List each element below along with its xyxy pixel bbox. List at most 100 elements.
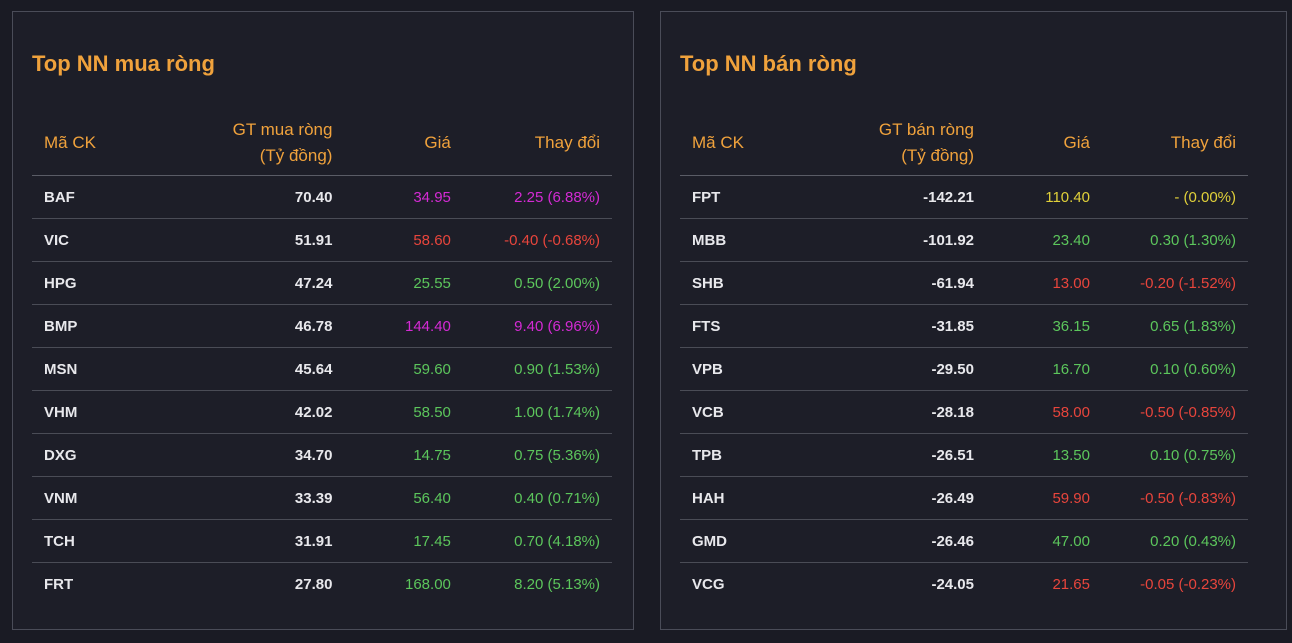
header-price[interactable]: Giá (986, 110, 1102, 176)
price-change: 0.65 (1.83%) (1102, 304, 1248, 348)
table-body: FPT -142.21 110.40- (0.00%) MBB -101.92 23.40… (680, 175, 1248, 606)
net-value: 33.39 (154, 476, 345, 520)
stock-symbol[interactable]: VCG (680, 563, 800, 606)
top-net-buy-panel: Top NN mua ròng Mã CK GT mua ròng (Tỷ đồn… (12, 11, 634, 630)
net-buy-table: Mã CK GT mua ròng (Tỷ đồng) Giá Thay đổi … (32, 110, 612, 606)
price: 13.00 (986, 261, 1102, 305)
stock-symbol[interactable]: BAF (32, 175, 155, 219)
net-value: 27.80 (294, 575, 333, 593)
table-row[interactable]: VIC 51.91 58.60 -0.40 (-0.68%) (32, 218, 612, 262)
header-symbol[interactable]: Mã CK (32, 110, 155, 176)
net-value: 31.91 (154, 519, 345, 563)
table-row[interactable]: VHM 42.02 58.50 1.00 (1.74%) (32, 390, 612, 434)
stock-symbol[interactable]: GMD (680, 519, 800, 563)
net-value: -142.21 (800, 175, 986, 219)
stock-symbol[interactable]: VIC (32, 218, 155, 262)
table-row[interactable]: HAH -26.49 59.90 -0.50 (-0.83%) (680, 476, 1248, 520)
table-row[interactable]: VCG -24.05 21.65 -0.05 (-0.23%) (680, 563, 1248, 606)
header-price[interactable]: Giá (344, 110, 463, 176)
price-change: 2.25 (6.88%) (462, 175, 612, 219)
price-change: 0.75 (5.36%) (462, 433, 612, 477)
net-value: 47.24 (154, 261, 345, 305)
price-change: -0.50 (-0.85%) (1102, 390, 1248, 434)
net-value: -28.18 (800, 390, 986, 434)
panel-title: Top NN mua ròng (32, 51, 215, 76)
net-value: 34.70 (154, 433, 345, 477)
table-row[interactable]: FTS -31.85 36.15 0.65 (1.83%) (680, 304, 1248, 348)
stock-symbol[interactable]: BMP (32, 304, 155, 348)
table-row[interactable]: TCH 31.91 17.45 0.70 (4.18%) (32, 519, 612, 563)
header-value-line1: GT bán ròng (878, 119, 974, 139)
net-value: -26.46 (800, 519, 986, 563)
stock-symbol[interactable]: VNM (32, 476, 155, 520)
stock-symbol[interactable]: VPB (680, 347, 800, 391)
stock-symbol[interactable]: VCB (680, 390, 800, 434)
table-row[interactable]: BAF 70.40 34.95 2.25 (6.88%) (32, 175, 612, 219)
table-row[interactable]: DXG 34.70 14.75 0.75 (5.36%) (32, 433, 612, 477)
table-row[interactable]: FRT 27.80 168.00 8.20 (5.13%) (32, 563, 612, 606)
stock-symbol[interactable]: SHB (680, 261, 800, 305)
price: 34.95 (344, 175, 463, 219)
stock-symbol[interactable]: VHM (32, 390, 155, 434)
net-sell-table: Mã CK GT bán ròng (Tỷ đồng) Giá Thay đổi … (680, 110, 1248, 606)
net-value: 46.78 (154, 304, 345, 348)
price: 110.40 (986, 175, 1102, 219)
price-change: 0.20 (0.43%) (1102, 519, 1248, 563)
price: 23.40 (986, 218, 1102, 262)
net-value: -26.49 (800, 476, 986, 520)
price-change: 0.70 (4.18%) (462, 519, 612, 563)
header-change[interactable]: Thay đổi (1102, 110, 1248, 176)
price-change: 1.00 (1.74%) (462, 390, 612, 434)
price: 36.15 (986, 304, 1102, 348)
stock-symbol[interactable]: FTS (680, 304, 800, 348)
header-value-line2: (Tỷ đồng) (259, 145, 333, 165)
price: 58.00 (986, 390, 1102, 434)
price: 17.45 (344, 519, 463, 563)
table-row[interactable]: FPT -142.21 110.40- (0.00%) (680, 175, 1248, 219)
net-value: 70.40 (154, 175, 345, 219)
stock-symbol[interactable]: FRT (32, 563, 155, 606)
table-row[interactable]: MBB -101.92 23.40 0.30 (1.30%) (680, 218, 1248, 262)
net-value: 45.64 (154, 347, 345, 391)
price: 21.65 (1052, 575, 1090, 593)
net-value: -31.85 (800, 304, 986, 348)
table-row[interactable]: MSN 45.64 59.60 0.90 (1.53%) (32, 347, 612, 391)
table-row[interactable]: BMP 46.78 144.40 9.40 (6.96%) (32, 304, 612, 348)
table-row[interactable]: VCB -28.18 58.00 -0.50 (-0.85%) (680, 390, 1248, 434)
stock-symbol[interactable]: HPG (32, 261, 155, 305)
price: 47.00 (986, 519, 1102, 563)
table-body: BAF 70.40 34.95 2.25 (6.88%) VIC 51.91 58.60 -0… (32, 175, 612, 606)
stock-symbol[interactable]: MSN (32, 347, 155, 391)
table-row[interactable]: TPB -26.51 13.50 0.10 (0.75%) (680, 433, 1248, 477)
header-change[interactable]: Thay đổi (462, 110, 612, 176)
table-header-row: Mã CK GT mua ròng (Tỷ đồng) Giá Thay đổi (32, 110, 612, 176)
price: 25.55 (344, 261, 463, 305)
stock-symbol[interactable]: TCH (32, 519, 155, 563)
panel-title: Top NN bán ròng (680, 51, 857, 76)
price-change: -0.20 (-1.52%) (1102, 261, 1248, 305)
price: 144.40 (344, 304, 463, 348)
header-net-sell-value[interactable]: GT bán ròng (Tỷ đồng) (800, 110, 986, 176)
price-change: 0.50 (2.00%) (462, 261, 612, 305)
stock-symbol[interactable]: MBB (680, 218, 800, 262)
price: 168.00 (405, 575, 451, 593)
net-value: -24.05 (931, 575, 974, 593)
table-row[interactable]: GMD -26.46 47.00 0.20 (0.43%) (680, 519, 1248, 563)
price: 58.50 (344, 390, 463, 434)
table-row[interactable]: SHB -61.94 13.00 -0.20 (-1.52%) (680, 261, 1248, 305)
stock-symbol[interactable]: FPT (680, 175, 800, 219)
price: 59.60 (344, 347, 463, 391)
header-symbol[interactable]: Mã CK (680, 110, 800, 176)
table-row[interactable]: VPB -29.50 16.70 0.10 (0.60%) (680, 347, 1248, 391)
table-row[interactable]: VNM 33.39 56.40 0.40 (0.71%) (32, 476, 612, 520)
header-net-buy-value[interactable]: GT mua ròng (Tỷ đồng) (154, 110, 345, 176)
stock-symbol[interactable]: DXG (32, 433, 155, 477)
net-value: -61.94 (800, 261, 986, 305)
stock-symbol[interactable]: TPB (680, 433, 800, 477)
table-row[interactable]: HPG 47.24 25.55 0.50 (2.00%) (32, 261, 612, 305)
price-change: -0.50 (-0.83%) (1102, 476, 1248, 520)
stock-symbol[interactable]: HAH (680, 476, 800, 520)
net-value: 42.02 (154, 390, 345, 434)
price-change: -0.05 (-0.23%) (1140, 575, 1236, 593)
price: 16.70 (986, 347, 1102, 391)
